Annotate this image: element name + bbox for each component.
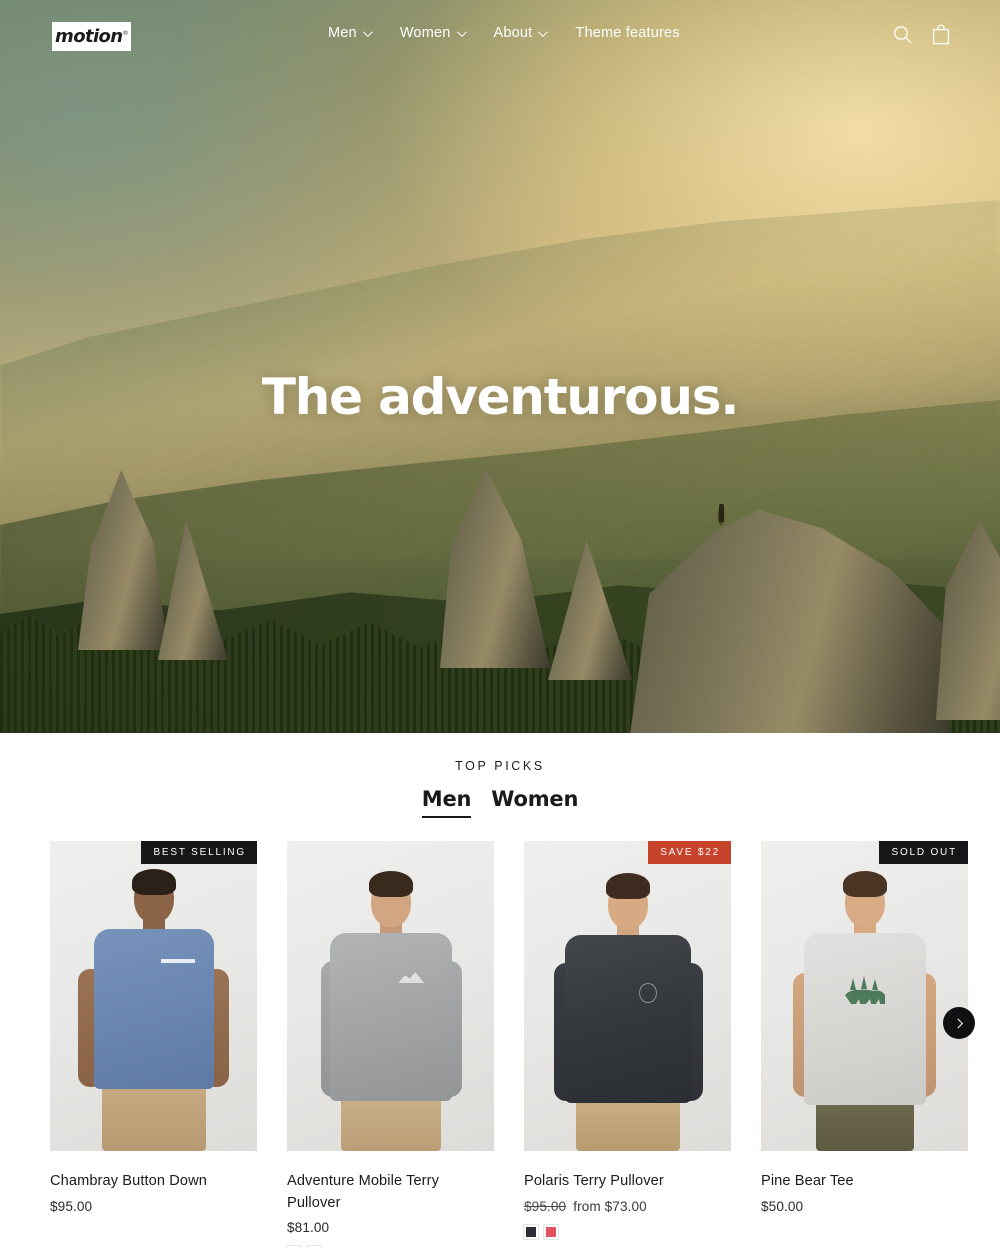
nav-label-women: Women [399,25,451,41]
product-price: $95.00 [50,1199,257,1214]
swatch-option[interactable] [543,1223,559,1240]
product-badge: BEST SELLING [141,841,257,864]
rock-pinnacle [936,520,1000,720]
nav-item-about[interactable]: About [493,25,549,41]
product-price: $95.00 from $73.00 [524,1199,731,1214]
chevron-down-icon [362,26,373,37]
top-picks-section: TOP PICKS Men Women BEST SELLING Chambra… [0,733,1000,1248]
price-current: $81.00 [287,1220,330,1236]
rock-pinnacle [630,509,950,733]
header-actions [893,24,950,45]
main-navigation: Men Women About Theme features [328,25,680,41]
hero-section: motion Men Women About Theme features [0,0,1000,733]
product-title[interactable]: Polaris Terry Pullover [524,1171,731,1193]
swatch-option[interactable] [523,1223,539,1240]
product-image[interactable]: BEST SELLING [50,841,257,1151]
cart-icon[interactable] [932,24,950,45]
product-image[interactable]: SAVE $22 [524,841,731,1151]
product-image[interactable]: SOLD OUT [761,841,968,1151]
rock-pinnacle [78,470,168,650]
price-from: from $73.00 [573,1198,647,1214]
chevron-down-icon [538,26,549,37]
nav-item-women[interactable]: Women [399,25,467,41]
chevron-down-icon [456,26,467,37]
nav-label-men: Men [328,25,357,41]
section-eyebrow: TOP PICKS [455,759,545,773]
product-card: BEST SELLING Chambray Button Down $95.00 [50,841,257,1248]
nav-item-men[interactable]: Men [328,25,373,41]
price-compare: $95.00 [524,1198,567,1214]
search-icon[interactable] [893,25,912,44]
carousel-next-button[interactable] [943,1007,975,1039]
product-swatches [523,1223,731,1240]
logo-text: motion [55,26,128,47]
hero-headline: The adventurous. [261,368,740,426]
product-price: $81.00 [287,1220,494,1235]
product-title[interactable]: Adventure Mobile Terry Pullover [287,1171,494,1214]
site-header: motion Men Women About Theme features [0,0,1000,74]
product-title[interactable]: Pine Bear Tee [761,1171,968,1193]
product-price: $50.00 [761,1199,968,1214]
nav-label-theme-features: Theme features [575,25,680,41]
hiker-figure [719,504,724,522]
product-image[interactable] [287,841,494,1151]
nav-label-about: About [493,25,533,41]
product-badge: SOLD OUT [879,841,968,864]
product-card: SAVE $22 Polaris Terry Pullover $95.00 f… [523,841,731,1248]
product-card: SOLD OUT Pine Bear Tee $50.00 [761,841,968,1248]
product-carousel: BEST SELLING Chambray Button Down $95.00… [0,841,1000,1248]
tab-men[interactable]: Men [421,787,471,818]
nav-item-theme-features[interactable]: Theme features [575,25,679,41]
collection-tabs: Men Women [0,787,1000,818]
site-logo[interactable]: motion [52,22,131,51]
chevron-right-icon [952,1018,963,1028]
rock-pinnacle [158,520,228,660]
rock-pinnacle [440,468,550,668]
rock-pinnacle [548,540,632,680]
product-card: Adventure Mobile Terry Pullover $81.00 [286,841,494,1248]
product-title[interactable]: Chambray Button Down [50,1171,257,1193]
product-badge: SAVE $22 [648,841,731,864]
price-current: $50.00 [761,1198,804,1214]
tab-women[interactable]: Women [491,787,578,816]
price-current: $95.00 [50,1198,93,1214]
hero-background-image [0,0,1000,733]
